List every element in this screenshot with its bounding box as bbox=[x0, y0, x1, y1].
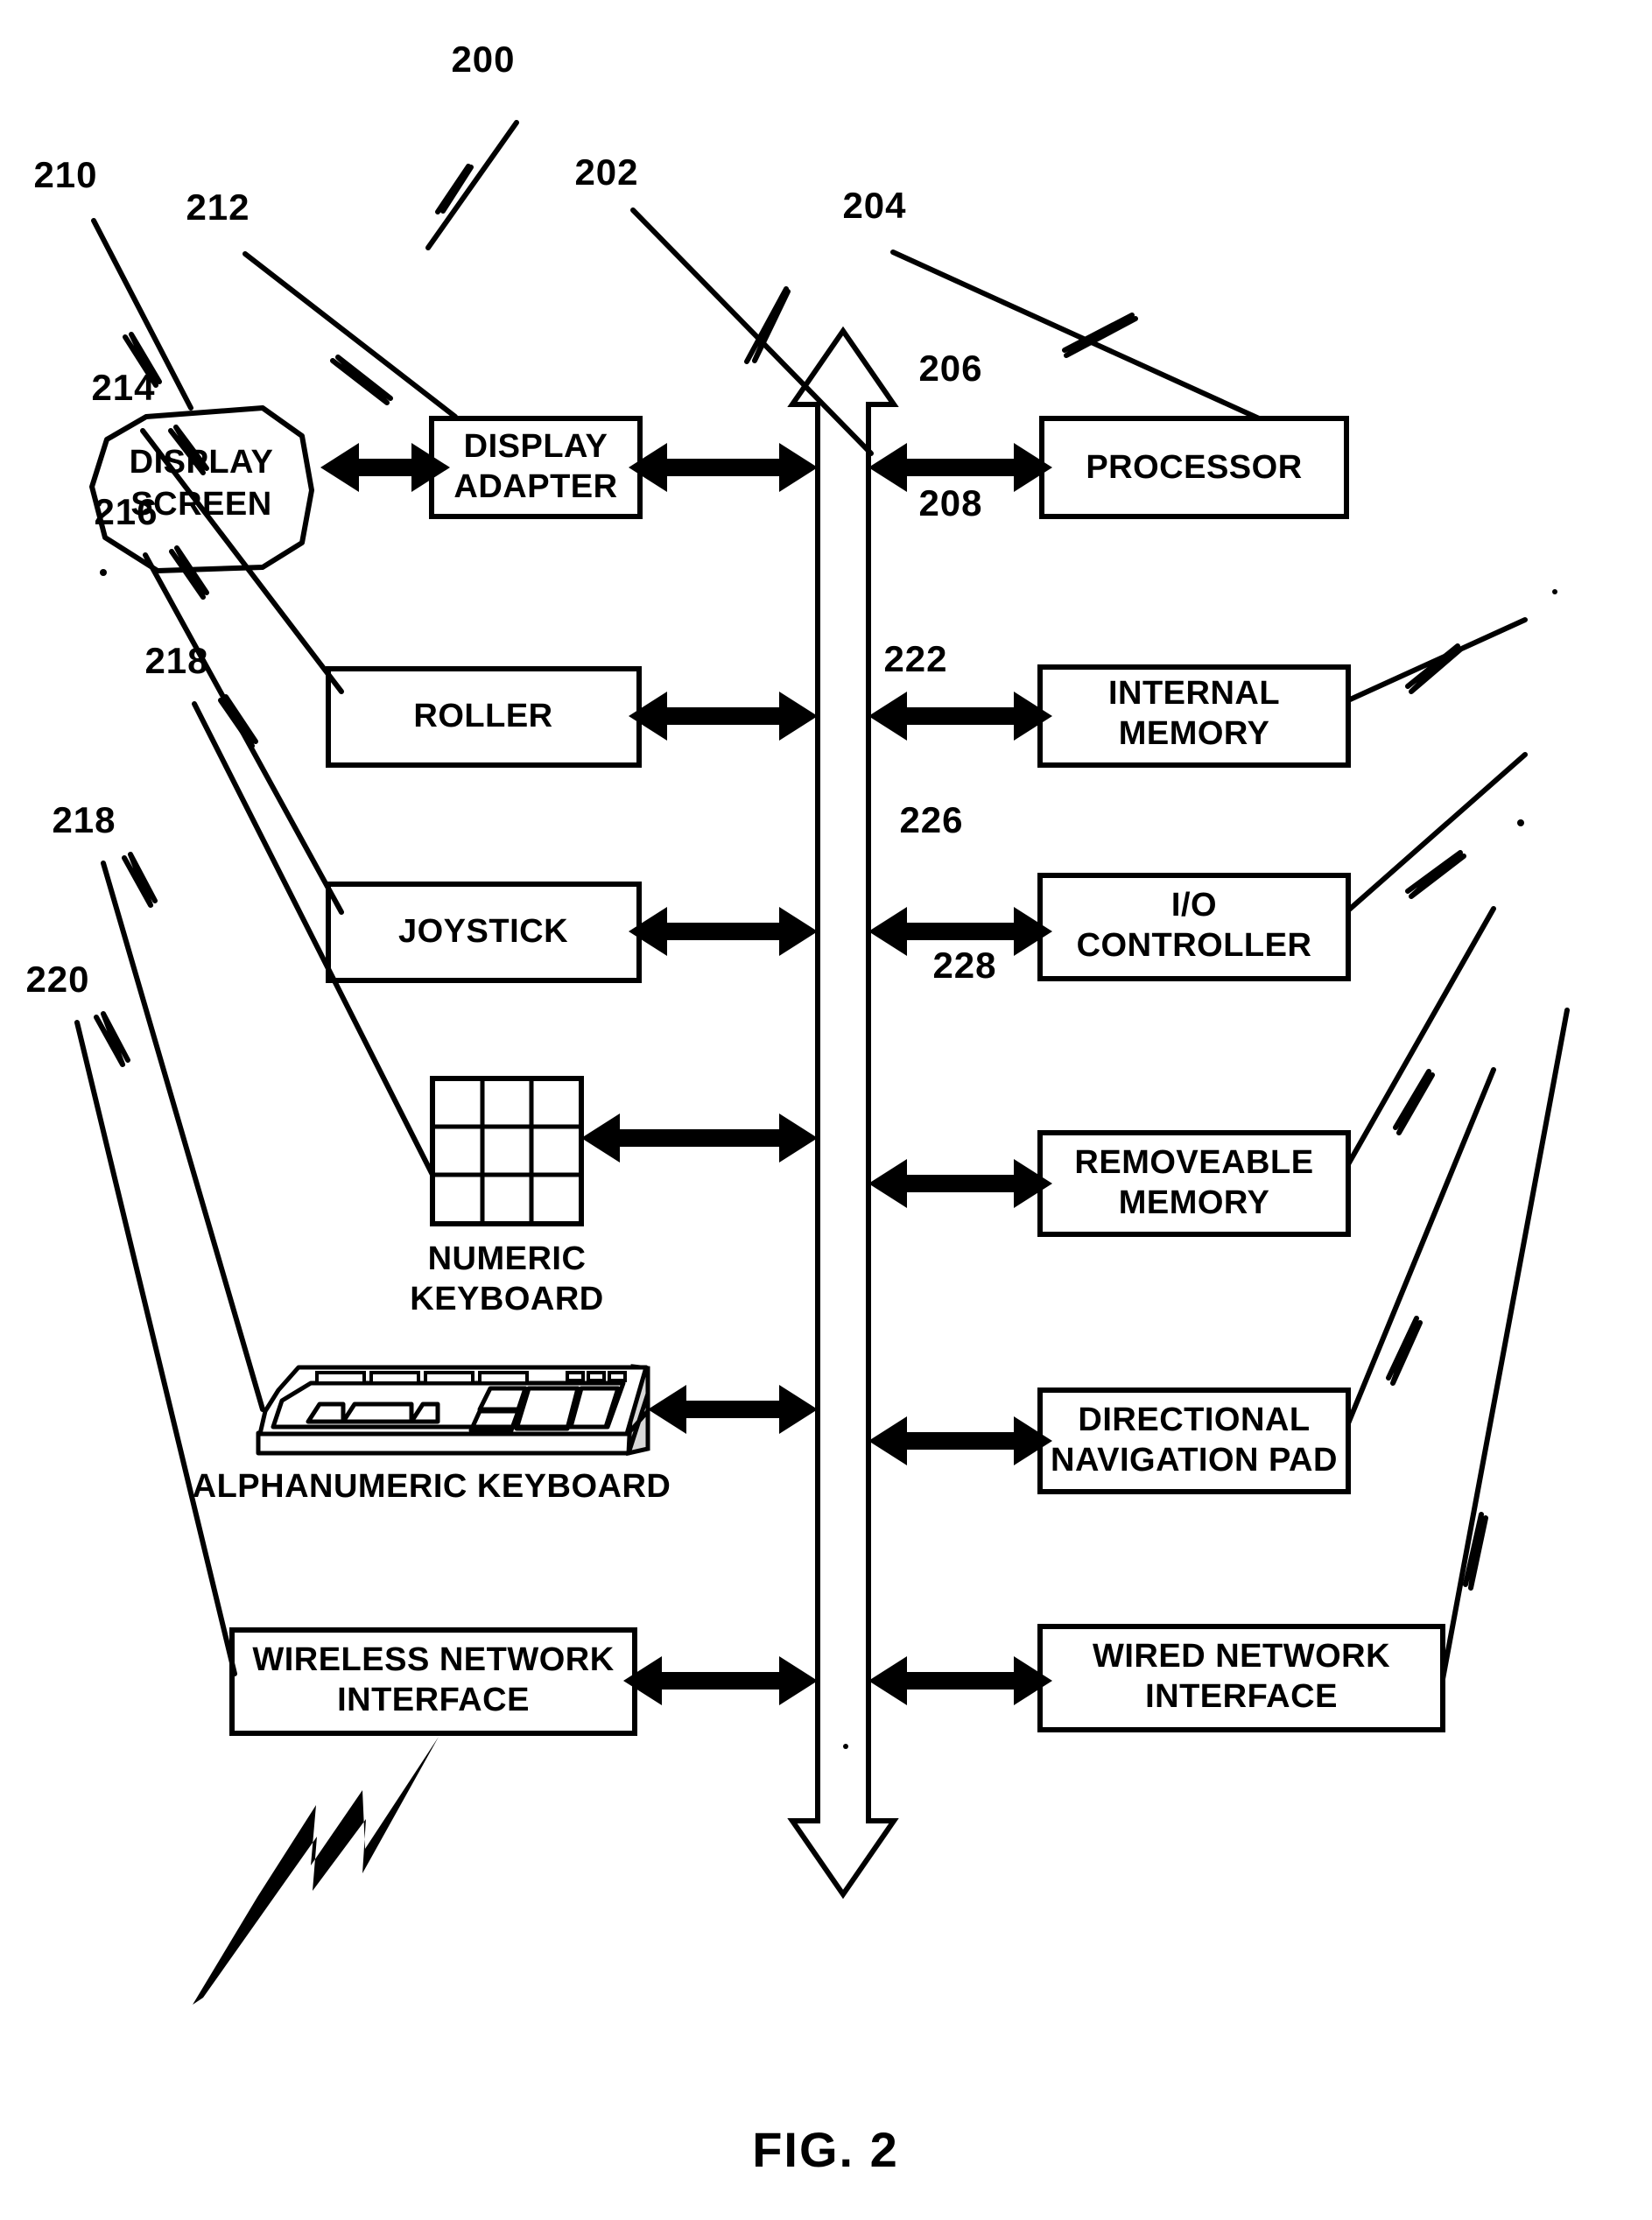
scan-speck bbox=[100, 569, 107, 576]
connector-adapter-bus bbox=[629, 443, 818, 492]
directional-navigation-pad-label-line2: NAVIGATION PAD bbox=[1051, 1442, 1338, 1479]
leader-208 bbox=[1346, 752, 1528, 913]
leader-200 bbox=[425, 120, 519, 250]
wired-network-interface-label-line1: WIRED NETWORK bbox=[1093, 1638, 1390, 1675]
scan-speck bbox=[1517, 819, 1524, 826]
connector-roller-bus bbox=[629, 692, 818, 741]
scan-speck bbox=[1552, 589, 1557, 594]
leader-218-alphanumeric bbox=[101, 852, 265, 1412]
ref-numeral-218-numeric: 218 bbox=[144, 640, 208, 681]
removeable-memory-label-line1: REMOVEABLE bbox=[1074, 1144, 1313, 1181]
ref-numeral-222: 222 bbox=[883, 638, 947, 679]
processor-label: PROCESSOR bbox=[1086, 449, 1302, 486]
wired-network-interface-label-line2: INTERFACE bbox=[1145, 1678, 1338, 1715]
figure-caption: FIG. 2 bbox=[752, 2122, 899, 2177]
leader-220 bbox=[74, 1011, 237, 1676]
connector-bus-wired bbox=[868, 1656, 1052, 1705]
connector-numeric-keyboard-bus bbox=[581, 1114, 818, 1163]
removeable-memory-label-line2: MEMORY bbox=[1119, 1184, 1270, 1221]
connector-alphanumeric-keyboard-bus bbox=[648, 1385, 818, 1434]
leader-202 bbox=[630, 207, 874, 456]
ref-numeral-200: 200 bbox=[451, 39, 515, 80]
numeric-keyboard-label-line2: KEYBOARD bbox=[410, 1281, 603, 1317]
wireless-network-interface-label-line1: WIRELESS NETWORK bbox=[252, 1641, 614, 1678]
alphanumeric-keyboard-icon bbox=[256, 1364, 650, 1457]
wireless-signal-bolt-icon bbox=[193, 1737, 439, 2005]
leader-204 bbox=[890, 249, 1262, 421]
io-controller-label-line2: CONTROLLER bbox=[1077, 927, 1312, 964]
ref-numeral-202: 202 bbox=[574, 151, 638, 193]
io-controller-label-line1: I/O bbox=[1171, 887, 1217, 924]
roller-label: ROLLER bbox=[413, 698, 552, 734]
ref-numeral-212: 212 bbox=[186, 186, 250, 228]
numeric-keyboard-label-line1: NUMERIC bbox=[428, 1240, 587, 1277]
wireless-network-interface-label-line2: INTERFACE bbox=[337, 1682, 530, 1718]
joystick-label: JOYSTICK bbox=[398, 913, 568, 950]
ref-numeral-216: 216 bbox=[94, 491, 158, 532]
patent-figure-sheet: DISPLAY SCREEN DISPLAY ADAPTER PROCESSOR… bbox=[0, 0, 1652, 2220]
internal-memory-label-line1: INTERNAL bbox=[1108, 675, 1280, 712]
numeric-keyboard-icon bbox=[430, 1076, 584, 1226]
leader-206 bbox=[1346, 617, 1528, 703]
ref-numeral-208: 208 bbox=[918, 482, 982, 523]
display-adapter-label-line1: DISPLAY bbox=[464, 428, 608, 465]
ref-numeral-206: 206 bbox=[918, 348, 982, 389]
connector-bus-internal-memory bbox=[868, 692, 1052, 741]
leader-212 bbox=[243, 251, 458, 419]
connector-bus-directional-nav-pad bbox=[868, 1416, 1052, 1465]
connector-bus-removeable-memory bbox=[868, 1159, 1052, 1208]
ref-numeral-214: 214 bbox=[91, 367, 155, 408]
figure-canvas: DISPLAY SCREEN DISPLAY ADAPTER PROCESSOR… bbox=[25, 39, 1570, 2177]
scan-speck bbox=[843, 1744, 848, 1749]
ref-numeral-204: 204 bbox=[842, 185, 906, 226]
system-bus bbox=[787, 326, 899, 1900]
display-adapter-label-line2: ADAPTER bbox=[453, 468, 617, 505]
ref-numeral-210: 210 bbox=[33, 154, 97, 195]
directional-navigation-pad-label-line1: DIRECTIONAL bbox=[1078, 1402, 1310, 1438]
connector-joystick-bus bbox=[629, 907, 818, 956]
leader-228 bbox=[1440, 1008, 1570, 1682]
ref-numeral-228: 228 bbox=[932, 945, 996, 986]
alphanumeric-keyboard-label: ALPHANUMERIC KEYBOARD bbox=[193, 1468, 671, 1505]
ref-numeral-226: 226 bbox=[899, 799, 963, 840]
ref-numeral-220: 220 bbox=[25, 959, 89, 1000]
ref-numeral-218-alphanumeric: 218 bbox=[52, 799, 116, 840]
connector-wireless-bus bbox=[623, 1656, 818, 1705]
internal-memory-label-line2: MEMORY bbox=[1119, 715, 1270, 752]
